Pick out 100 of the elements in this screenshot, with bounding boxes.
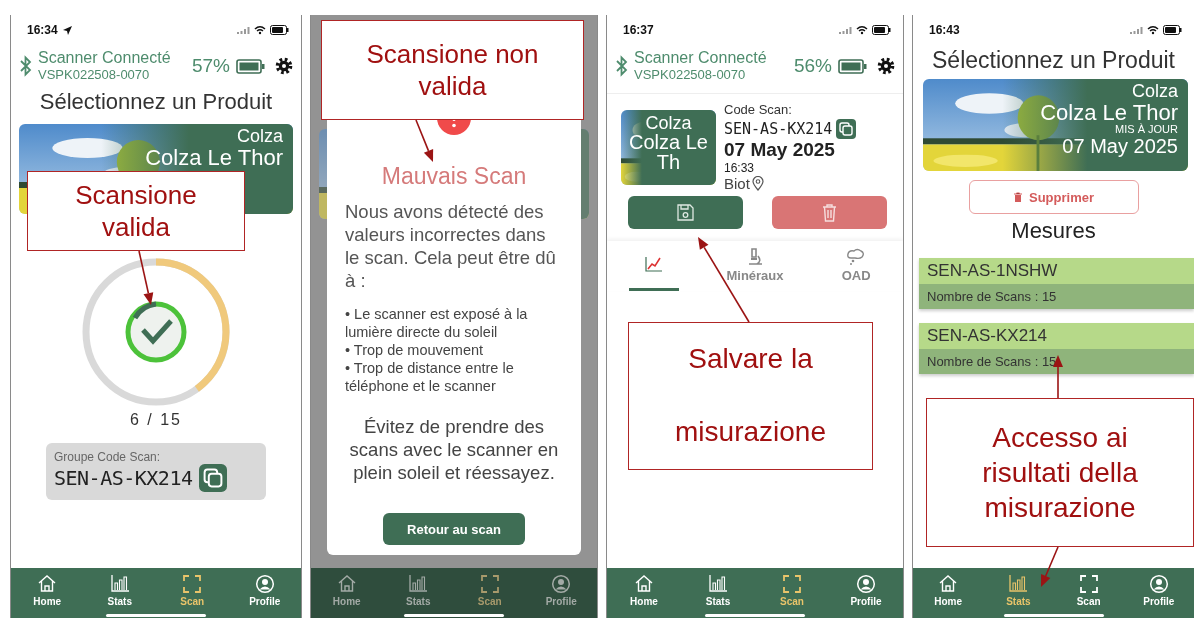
nav-tab[interactable]: Home	[318, 574, 375, 607]
product-name: Colza Le Thor	[145, 145, 283, 169]
dialog-advice: Évitez de prendre des scans avec le scanner en plein soleil et réessayez.	[348, 415, 560, 485]
annotation-callout: Accesso ai risultati della misurazione	[926, 398, 1194, 547]
location-arrow-icon	[61, 24, 73, 36]
scan-count: 6 / 15	[129, 411, 183, 429]
copy-icon[interactable]	[198, 464, 227, 492]
scan-date: 07 May 2025	[724, 139, 836, 161]
screen-title: Sélectionnez un Produit	[931, 46, 1176, 75]
signal-icon	[839, 26, 852, 34]
updated-label: MIS À JOUR	[1115, 124, 1178, 136]
nav-tab[interactable]: Home	[616, 574, 672, 607]
battery-icon	[270, 25, 289, 35]
cause-item: • Trop de mouvement	[345, 340, 485, 359]
copy-icon[interactable]	[836, 119, 857, 139]
nav-tab[interactable]: Profile	[1130, 574, 1187, 607]
nav-tab[interactable]: Stats	[990, 574, 1047, 607]
scanner-battery: 57%	[191, 55, 230, 77]
cause-item: • Trop de distance entre le téléphone et le scanner	[345, 358, 515, 396]
bar-chart-icon	[1008, 574, 1029, 594]
profile-icon	[551, 574, 572, 594]
home-icon	[938, 574, 959, 594]
callout-arrow	[1041, 546, 1059, 587]
cause-item: • Le scanner est exposé à la lumière directe du soleil	[345, 304, 529, 341]
nav-tab[interactable]: Stats	[91, 574, 148, 607]
nav-tab[interactable]: Scan	[164, 574, 221, 607]
bluetooth-icon	[19, 54, 32, 78]
settings-icon[interactable]	[275, 57, 293, 75]
screen-title: Sélectionnez un Produit	[38, 88, 274, 116]
nav-tab[interactable]: Home	[19, 574, 76, 607]
scanner-battery: 56%	[793, 55, 832, 77]
bluetooth-icon	[615, 54, 628, 78]
check-icon	[125, 301, 187, 363]
code-label: Code Scan:	[724, 102, 793, 117]
status-time: 16:43	[929, 23, 960, 37]
nav-tab[interactable]: Stats	[390, 574, 447, 607]
code-group-label: Groupe Code Scan:	[54, 450, 162, 464]
dialog-title: Mauvais Scan	[381, 163, 527, 190]
result-tab[interactable]: OAD	[831, 241, 882, 291]
battery-icon	[236, 58, 265, 74]
crop-name: Colza	[645, 114, 692, 132]
measure-code: SEN-AS-KX214	[919, 323, 1194, 349]
bar-chart-icon	[109, 574, 130, 594]
wifi-icon	[856, 25, 868, 35]
nav-tab[interactable]: Scan	[461, 574, 518, 607]
trash-icon	[820, 202, 839, 223]
battery-icon	[838, 58, 867, 74]
scanner-id: VSPK022508-0070	[38, 67, 151, 83]
annotation-callout: Scansione non valida	[321, 20, 584, 120]
updated-date: 07 May 2025	[1062, 135, 1178, 157]
wifi-icon	[254, 25, 266, 35]
status-time: 16:37	[623, 23, 654, 37]
profile-icon	[254, 574, 275, 594]
scanner-status: Scanner Connecté	[38, 49, 172, 67]
scan-code: SEN-AS-KX214	[724, 120, 833, 138]
scanner-id: VSPK022508-0070	[634, 67, 747, 83]
scan-location: Biot	[724, 175, 750, 192]
nav-tab[interactable]: Profile	[533, 574, 590, 607]
save-button[interactable]	[628, 196, 743, 229]
callout-arrow	[415, 119, 434, 162]
section-heading: Mesures	[1010, 218, 1097, 244]
nav-tab[interactable]: Profile	[838, 574, 894, 607]
scanner-status: Scanner Connecté	[634, 49, 768, 67]
result-tab[interactable]: Minéraux	[722, 241, 788, 291]
profile-icon	[1148, 574, 1169, 594]
annotation-callout: Salvare la misurazione	[628, 322, 873, 470]
callout-arrow	[138, 250, 154, 305]
save-icon	[676, 203, 695, 222]
scan-frame-icon	[182, 574, 203, 594]
bar-chart-icon	[408, 574, 429, 594]
nav-tab[interactable]: Home	[920, 574, 977, 607]
nav-tab[interactable]: Scan	[764, 574, 820, 607]
nav-tab[interactable]: Scan	[1060, 574, 1117, 607]
scan-frame-icon	[1078, 574, 1099, 594]
dialog-message: Nous avons détecté des valeurs incorrectes dans le scan. Cela peut être dû à :	[345, 200, 557, 293]
bar-chart-icon	[708, 574, 728, 594]
product-name: Colza Le Thor	[1040, 100, 1178, 124]
battery-icon	[1163, 25, 1182, 35]
speech-cloud-icon	[846, 246, 867, 266]
scan-frame-icon	[782, 574, 802, 594]
product-name: Colza Le Th	[628, 132, 709, 172]
battery-icon	[872, 25, 891, 35]
scan-time: 16:33	[724, 161, 756, 175]
annotation-callout: Scansione valida	[27, 171, 245, 251]
home-icon	[336, 574, 357, 594]
home-icon	[634, 574, 654, 594]
nav-tab[interactable]: Profile	[236, 574, 293, 607]
delete-button[interactable]: Supprimer	[968, 180, 1139, 214]
measure-card[interactable]: SEN-AS-1NSHW Nombre de Scans : 15	[919, 258, 1194, 309]
trash-icon	[1013, 191, 1023, 203]
back-to-scan-button[interactable]: Retour au scan	[383, 513, 525, 545]
scan-count: Nombre de Scans : 15	[919, 284, 1194, 309]
signal-icon	[1130, 26, 1143, 34]
scan-code: SEN-AS-KX214	[54, 466, 193, 490]
wifi-icon	[1147, 25, 1159, 35]
crop-name: Colza	[1131, 82, 1178, 101]
nav-tab[interactable]: Stats	[690, 574, 746, 607]
location-pin-icon	[751, 176, 764, 191]
line-chart-icon	[643, 255, 664, 274]
settings-icon[interactable]	[877, 57, 895, 75]
